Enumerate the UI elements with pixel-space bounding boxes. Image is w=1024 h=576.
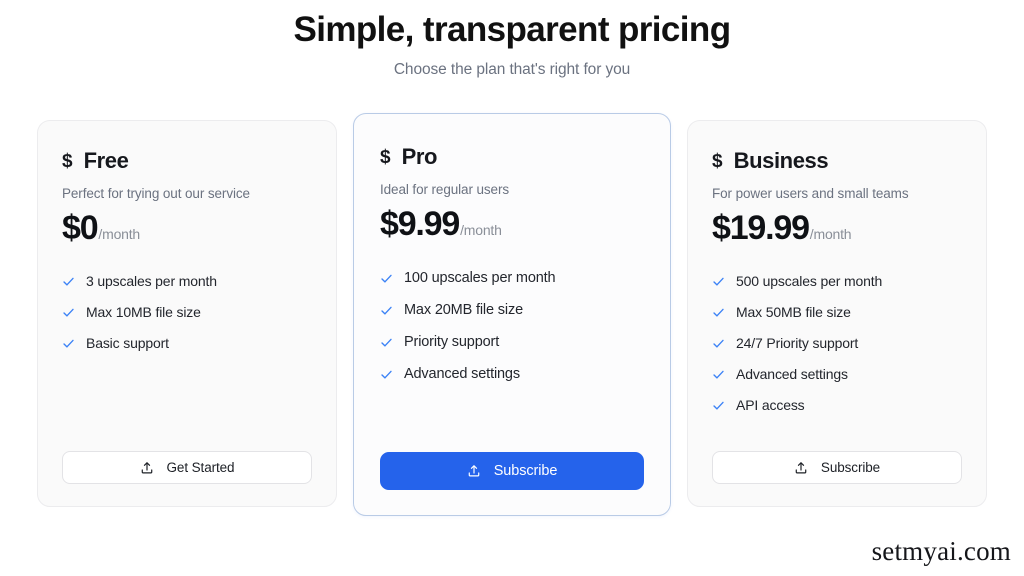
plan-billing-period: /month — [460, 222, 502, 238]
plan-feature-list: 100 upscales per month Max 20MB file size… — [380, 270, 644, 382]
plan-header: $ Pro — [380, 144, 644, 170]
plan-price: $19.99 — [712, 209, 810, 247]
plan-price-row: $0/month — [62, 209, 312, 247]
feature-item: Advanced settings — [380, 366, 644, 382]
feature-label: API access — [736, 397, 805, 414]
feature-label: 3 upscales per month — [86, 273, 217, 290]
feature-item: 3 upscales per month — [62, 273, 312, 289]
feature-label: Max 10MB file size — [86, 304, 201, 321]
upload-icon — [467, 464, 481, 478]
plan-cta-free-button[interactable]: Get Started — [62, 451, 312, 484]
dollar-sign-icon: $ — [62, 150, 73, 172]
plan-card-free: $ Free Perfect for trying out our service $… — [37, 120, 337, 507]
plan-price: $0 — [62, 209, 99, 247]
plan-name: Pro — [401, 144, 438, 169]
plan-description: Perfect for trying out our service — [62, 186, 250, 201]
feature-label: Advanced settings — [404, 366, 520, 383]
plan-description: For power users and small teams — [712, 186, 909, 201]
plan-header: $ Free — [62, 148, 312, 174]
plan-cta-business-button[interactable]: Subscribe — [712, 451, 962, 484]
plan-price-row: $9.99/month — [380, 205, 644, 243]
feature-item: Max 10MB file size — [62, 304, 312, 320]
plan-cta-slot: Get Started — [62, 427, 312, 484]
upload-icon — [794, 461, 808, 475]
check-icon — [380, 368, 393, 381]
feature-label: Max 20MB file size — [404, 302, 523, 319]
feature-label: 500 upscales per month — [736, 273, 883, 290]
page-header: Simple, transparent pricing Choose the p… — [0, 0, 1024, 79]
plan-name: Free — [83, 148, 129, 173]
check-icon — [62, 306, 75, 319]
plan-price: $9.99 — [380, 205, 460, 243]
check-icon — [62, 337, 75, 350]
pricing-plans-row: $ Free Perfect for trying out our service $… — [0, 113, 1024, 516]
check-icon — [712, 337, 725, 350]
plan-cta-label: Get Started — [166, 460, 235, 475]
check-icon — [712, 399, 725, 412]
feature-item: Max 50MB file size — [712, 304, 962, 320]
upload-icon — [140, 461, 154, 475]
page-title: Simple, transparent pricing — [293, 10, 732, 49]
check-icon — [380, 272, 393, 285]
plan-feature-list: 3 upscales per month Max 10MB file size Ba… — [62, 273, 312, 351]
check-icon — [712, 306, 725, 319]
plan-cta-pro-button[interactable]: Subscribe — [380, 452, 644, 490]
check-icon — [712, 275, 725, 288]
plan-cta-slot: Subscribe — [712, 427, 962, 484]
feature-item: API access — [712, 397, 962, 413]
check-icon — [380, 304, 393, 317]
feature-label: Priority support — [404, 334, 500, 351]
feature-item: Advanced settings — [712, 366, 962, 382]
feature-item: Max 20MB file size — [380, 302, 644, 318]
feature-label: Max 50MB file size — [736, 304, 851, 321]
feature-item: Basic support — [62, 335, 312, 351]
plan-cta-label: Subscribe — [493, 463, 558, 479]
plan-feature-list: 500 upscales per month Max 50MB file size… — [712, 273, 962, 413]
check-icon — [380, 336, 393, 349]
page-subtitle: Choose the plan that's right for you — [393, 61, 631, 79]
feature-item: 100 upscales per month — [380, 270, 644, 286]
plan-billing-period: /month — [98, 226, 141, 242]
plan-name: Business — [733, 148, 829, 173]
feature-item: 500 upscales per month — [712, 273, 962, 289]
check-icon — [62, 275, 75, 288]
feature-label: Basic support — [86, 335, 169, 352]
feature-label: Advanced settings — [736, 366, 848, 383]
plan-billing-period: /month — [809, 226, 852, 242]
feature-item: 24/7 Priority support — [712, 335, 962, 351]
plan-header: $ Business — [712, 148, 962, 174]
dollar-sign-icon: $ — [380, 146, 391, 168]
plan-description: Ideal for regular users — [380, 182, 510, 197]
feature-label: 24/7 Priority support — [736, 335, 859, 352]
feature-label: 100 upscales per month — [404, 270, 556, 287]
plan-cta-slot: Subscribe — [380, 428, 644, 490]
plan-card-pro: $ Pro Ideal for regular users $9.99/month 10… — [353, 113, 671, 516]
plan-card-business: $ Business For power users and small teams… — [687, 120, 987, 507]
site-watermark: setmyai.com — [871, 536, 1011, 566]
plan-cta-label: Subscribe — [820, 460, 881, 475]
check-icon — [712, 368, 725, 381]
plan-price-row: $19.99/month — [712, 209, 962, 247]
dollar-sign-icon: $ — [712, 150, 723, 172]
feature-item: Priority support — [380, 334, 644, 350]
